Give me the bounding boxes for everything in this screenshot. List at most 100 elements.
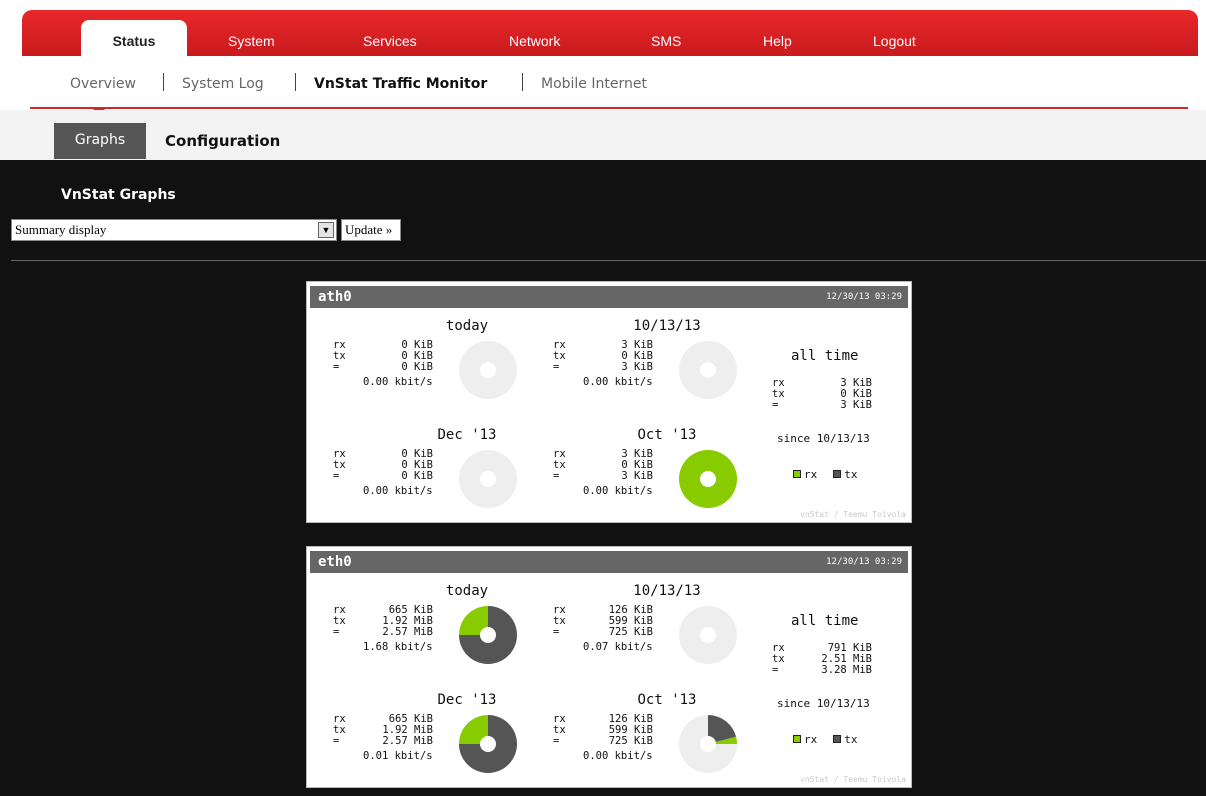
subnav-separator <box>295 73 296 91</box>
rx-swatch <box>793 470 801 478</box>
sub-nav: Overview System Log VnStat Traffic Monit… <box>0 56 1206 115</box>
main-nav-bar: Status System Services Network SMS Help … <box>22 10 1198 56</box>
period-rate: 0.00 kbit/s <box>583 485 653 497</box>
period-rate: 0.01 kbit/s <box>363 750 433 762</box>
legend: rx tx <box>793 733 858 746</box>
period-rate: 0.00 kbit/s <box>363 485 433 497</box>
pie-hole <box>700 627 716 643</box>
display-select-value: Summary display <box>15 222 107 237</box>
stat-value: 3 KiB <box>840 399 872 411</box>
alltime-stats: rx 3 KiB tx 0 KiB = 3 KiB <box>772 378 872 411</box>
credit-text: vnStat / Teemu Toivola <box>800 510 906 519</box>
period-stats: rx 3 KiB tx 0 KiB = 3 KiB <box>553 340 653 373</box>
chevron-down-icon[interactable]: ▼ <box>318 222 334 238</box>
period-title: 10/13/13 <box>633 318 701 334</box>
pie-hole <box>700 471 716 487</box>
traffic-pie-chart <box>459 341 517 399</box>
panel-timestamp: 12/30/13 03:29 <box>826 292 902 302</box>
stat-value: 3 KiB <box>621 361 653 373</box>
stat-label: = <box>553 470 560 482</box>
tx-legend-label: tx <box>844 468 858 481</box>
tx-swatch <box>833 735 842 743</box>
traffic-pie-chart <box>459 450 517 508</box>
subnav-separator <box>522 73 523 91</box>
stat-label: = <box>333 735 340 747</box>
tab-status[interactable]: Status <box>81 20 187 56</box>
stat-value: 2.57 MiB <box>382 626 433 638</box>
subnav-vnstat[interactable]: VnStat Traffic Monitor <box>314 76 487 92</box>
period-title: today <box>445 318 489 334</box>
stat-row-total: = 3 KiB <box>772 400 872 411</box>
subnav-underline <box>30 107 1188 109</box>
period-rate: 0.00 kbit/s <box>583 376 653 388</box>
stat-row-total: = 725 KiB <box>553 736 653 747</box>
page-title: VnStat Graphs <box>61 187 176 203</box>
panel-header: eth0 12/30/13 03:29 <box>310 551 908 573</box>
period-stats: rx 126 KiB tx 599 KiB = 725 KiB <box>553 605 653 638</box>
period-stats: rx 126 KiB tx 599 KiB = 725 KiB <box>553 714 653 747</box>
period-rate: 0.00 kbit/s <box>583 750 653 762</box>
traffic-pie-chart <box>679 606 737 664</box>
stat-label: = <box>333 361 340 373</box>
panel-header: ath0 12/30/13 03:29 <box>310 286 908 308</box>
traffic-panel-eth0: eth0 12/30/13 03:29 today rx 665 KiB tx 1.92 M… <box>306 546 912 788</box>
subnav-separator <box>163 73 164 91</box>
alltime-since: since 10/13/13 <box>777 432 870 445</box>
period-title: 10/13/13 <box>633 583 701 599</box>
stat-row-total: = 2.57 MiB <box>333 736 433 747</box>
alltime-since: since 10/13/13 <box>777 697 870 710</box>
display-select[interactable]: Summary display ▼ <box>11 219 337 241</box>
tab-graphs[interactable]: Graphs <box>54 123 146 159</box>
tab-sms[interactable]: SMS <box>651 33 681 49</box>
traffic-pie-chart <box>459 606 517 664</box>
pie-hole <box>700 362 716 378</box>
stat-label: = <box>772 399 779 411</box>
pie-hole <box>480 627 496 643</box>
rx-legend-label: rx <box>804 468 818 481</box>
subnav-system-log[interactable]: System Log <box>182 76 264 92</box>
period-title: Dec '13 <box>437 692 497 708</box>
stat-value: 725 KiB <box>608 626 653 638</box>
stat-label: = <box>553 626 560 638</box>
period-title: Dec '13 <box>437 427 497 443</box>
tab-logout[interactable]: Logout <box>873 33 916 49</box>
panel-timestamp: 12/30/13 03:29 <box>826 557 902 567</box>
tab-system[interactable]: System <box>228 33 275 49</box>
period-title: today <box>445 583 489 599</box>
tab-help[interactable]: Help <box>763 33 792 49</box>
pie-hole <box>480 736 496 752</box>
stat-row-total: = 2.57 MiB <box>333 627 433 638</box>
traffic-pie-chart <box>679 450 737 508</box>
tx-swatch <box>833 470 842 478</box>
stat-value: 3 KiB <box>621 470 653 482</box>
traffic-pie-chart <box>679 715 737 773</box>
stat-value: 0 KiB <box>401 470 433 482</box>
stat-label: = <box>553 735 560 747</box>
stat-label: = <box>333 470 340 482</box>
period-stats: rx 0 KiB tx 0 KiB = 0 KiB <box>333 449 433 482</box>
period-stats: rx 0 KiB tx 0 KiB = 0 KiB <box>333 340 433 373</box>
alltime-title: all time <box>791 348 859 364</box>
period-rate: 0.00 kbit/s <box>363 376 433 388</box>
stat-label: = <box>333 626 340 638</box>
stat-label: = <box>553 361 560 373</box>
interface-name: ath0 <box>318 289 352 305</box>
tab-network[interactable]: Network <box>509 33 560 49</box>
rx-legend-label: rx <box>804 733 818 746</box>
stat-label: = <box>772 664 779 676</box>
tab-configuration[interactable]: Configuration <box>165 132 280 150</box>
tab-services[interactable]: Services <box>363 33 417 49</box>
subnav-mobile-internet[interactable]: Mobile Internet <box>541 76 647 92</box>
alltime-stats: rx 791 KiB tx 2.51 MiB = 3.28 MiB <box>772 643 872 676</box>
period-stats: rx 3 KiB tx 0 KiB = 3 KiB <box>553 449 653 482</box>
update-button[interactable]: Update » <box>341 219 401 241</box>
pie-hole <box>480 471 496 487</box>
stat-value: 3.28 MiB <box>821 664 872 676</box>
stat-row-total: = 725 KiB <box>553 627 653 638</box>
tx-legend-label: tx <box>844 733 858 746</box>
traffic-pie-chart <box>459 715 517 773</box>
subnav-overview[interactable]: Overview <box>70 76 136 92</box>
credit-text: vnStat / Teemu Toivola <box>800 775 906 784</box>
period-title: Oct '13 <box>637 427 697 443</box>
main-content: VnStat Graphs Summary display ▼ Update »… <box>0 160 1206 796</box>
